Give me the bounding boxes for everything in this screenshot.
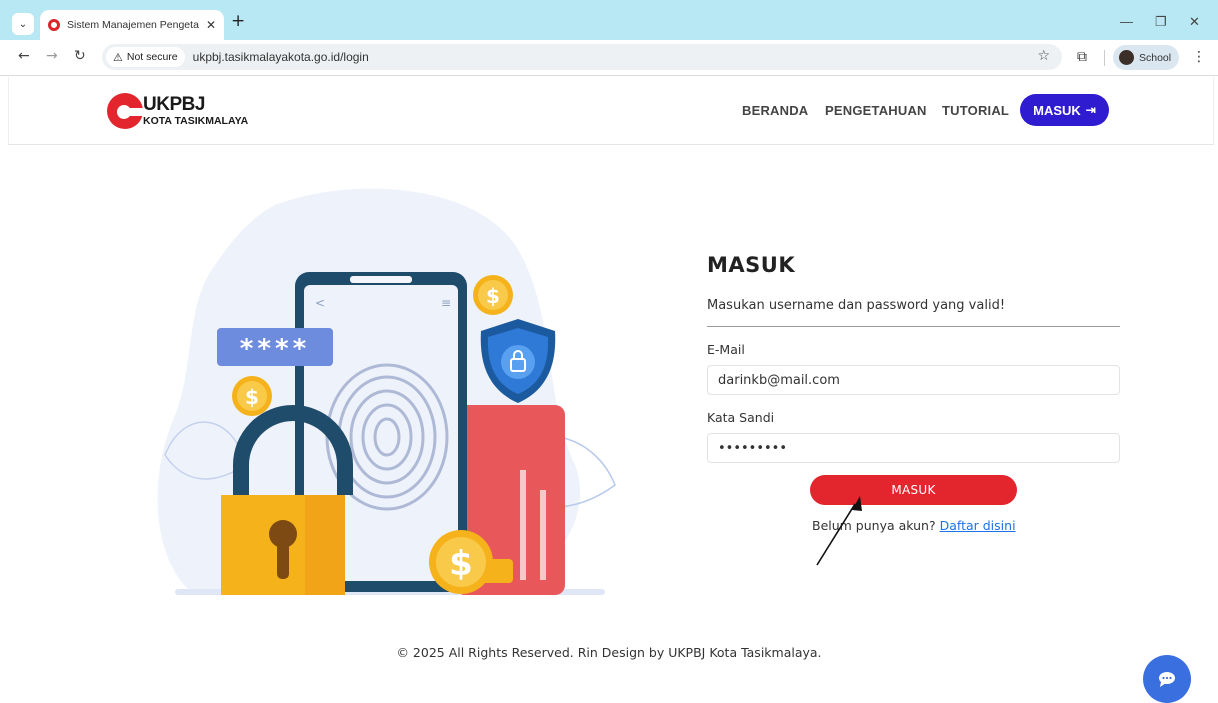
security-illustration: < ≡ **** $ $ $ bbox=[157, 188, 616, 595]
browser-toolbar: ← → ↻ ⚠ Not secure ukpbj.tasikmalayakota… bbox=[0, 40, 1218, 76]
footer-copyright: © 2025 All Rights Reserved. Rin Design b… bbox=[396, 645, 822, 660]
nav-masuk-label: MASUK bbox=[1033, 102, 1081, 118]
email-label: E-Mail bbox=[707, 342, 745, 357]
svg-text:$: $ bbox=[245, 385, 259, 409]
login-icon: ⇥ bbox=[1085, 103, 1096, 117]
close-window-icon[interactable]: ✕ bbox=[1189, 14, 1200, 30]
tab-search-button[interactable]: ⌄ bbox=[12, 13, 34, 35]
new-tab-icon[interactable]: + bbox=[231, 13, 245, 30]
site-favicon-icon bbox=[48, 19, 60, 31]
security-chip[interactable]: ⚠ Not secure bbox=[106, 47, 185, 67]
address-bar[interactable]: ⚠ Not secure ukpbj.tasikmalayakota.go.id… bbox=[102, 44, 1062, 70]
nav-pengetahuan[interactable]: PENGETAHUAN bbox=[825, 103, 927, 118]
not-secure-label: Not secure bbox=[126, 51, 178, 63]
card-stripe bbox=[540, 490, 546, 580]
svg-text:$: $ bbox=[449, 544, 473, 584]
back-arrow-icon[interactable]: ← bbox=[18, 49, 30, 63]
nav-masuk-button[interactable]: MASUK ⇥ bbox=[1020, 94, 1109, 126]
chat-button[interactable] bbox=[1143, 655, 1191, 703]
form-title: MASUK bbox=[707, 253, 796, 277]
coin-icon: $ bbox=[429, 530, 493, 594]
form-divider bbox=[707, 326, 1120, 327]
chat-bubble-icon bbox=[1159, 672, 1175, 687]
email-field[interactable] bbox=[707, 365, 1120, 395]
svg-text:$: $ bbox=[486, 284, 500, 308]
annotation-arrow-icon bbox=[816, 496, 862, 566]
toolbar-divider bbox=[1104, 50, 1105, 66]
close-tab-icon[interactable]: ✕ bbox=[206, 18, 216, 32]
nav-tutorial[interactable]: TUTORIAL bbox=[942, 103, 1009, 118]
logo-main-text: UKPBJ bbox=[143, 94, 205, 115]
extensions-puzzle-icon[interactable]: ⧉ bbox=[1077, 49, 1087, 65]
browser-tab-bar: ⌄ Sistem Manajemen Pengetahuan ✕ + — ❐ ✕ bbox=[0, 0, 1218, 40]
card-stripe bbox=[520, 470, 526, 580]
restore-icon[interactable]: ❐ bbox=[1155, 14, 1167, 30]
browser-menu-icon[interactable]: ⋮ bbox=[1192, 49, 1206, 65]
profile-label: School bbox=[1139, 51, 1172, 64]
avatar bbox=[1119, 50, 1134, 65]
password-label: Kata Sandi bbox=[707, 410, 775, 425]
browser-tab[interactable]: Sistem Manajemen Pengetahuan ✕ bbox=[40, 10, 224, 40]
profile-button[interactable]: School bbox=[1113, 45, 1179, 70]
form-subtitle: Masukan username dan password yang valid… bbox=[707, 298, 1006, 313]
phone-notch bbox=[350, 276, 412, 283]
chevron-down-icon: ⌄ bbox=[18, 18, 28, 30]
minimize-icon[interactable]: — bbox=[1120, 14, 1133, 29]
password-mask-text: **** bbox=[240, 334, 310, 364]
logo-mark-icon bbox=[107, 93, 145, 129]
url-text[interactable]: ukpbj.tasikmalayakota.go.id/login bbox=[193, 50, 369, 64]
warning-triangle-icon: ⚠ bbox=[113, 51, 123, 64]
logo-sub-text: KOTA TASIKMALAYA bbox=[143, 115, 249, 127]
coin-icon: $ bbox=[232, 376, 272, 416]
tab-title: Sistem Manajemen Pengetahuan bbox=[67, 19, 199, 31]
reload-icon[interactable]: ↻ bbox=[74, 49, 86, 63]
phone-menu-icon: ≡ bbox=[441, 296, 451, 310]
phone-back-icon: < bbox=[315, 296, 325, 310]
forward-arrow-icon[interactable]: → bbox=[46, 49, 58, 63]
coin-icon: $ bbox=[473, 275, 513, 315]
password-field[interactable] bbox=[707, 433, 1120, 463]
site-header: UKPBJ KOTA TASIKMALAYA BERANDA PENGETAHU… bbox=[8, 77, 1214, 145]
bookmark-star-icon[interactable]: ☆ bbox=[1037, 48, 1050, 64]
site-logo[interactable]: UKPBJ KOTA TASIKMALAYA bbox=[107, 93, 257, 129]
nav-beranda[interactable]: BERANDA bbox=[742, 103, 808, 118]
register-link[interactable]: Daftar disini bbox=[940, 518, 1016, 533]
